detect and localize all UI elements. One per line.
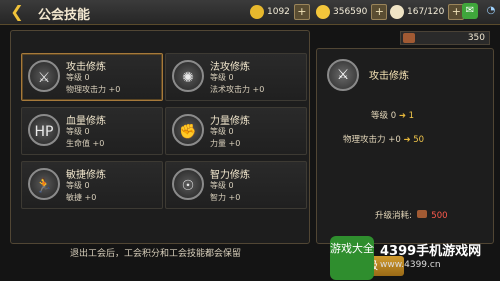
coins-resource: 356590 + (316, 4, 388, 20)
candle-icon: ☉ (172, 168, 204, 200)
skill-name: 力量修炼 (210, 116, 250, 127)
attr-label: 物理攻击力 +0 (343, 135, 401, 145)
skill-level: 等级 0 (66, 127, 90, 136)
skill-card-strength[interactable]: ✊ 力量修炼 等级 0 力量 +0 (165, 107, 307, 155)
points-icon (416, 210, 427, 218)
skill-level: 等级 0 (210, 73, 234, 82)
gold-coin-resource: 1092 + (250, 4, 310, 20)
skill-card-attack[interactable]: ⚔ 攻击修炼 等级 0 物理攻击力 +0 (21, 53, 163, 101)
skill-card-intelligence[interactable]: ☉ 智力修炼 等级 0 智力 +0 (165, 161, 307, 209)
skill-attr: 生命值 +0 (66, 139, 105, 148)
skill-card-agility[interactable]: 🏃 敏捷修炼 等级 0 敏捷 +0 (21, 161, 163, 209)
level-next: 1 (408, 111, 415, 121)
detail-title: 攻击修炼 (369, 71, 409, 82)
runner-icon: 🏃 (28, 168, 60, 200)
skill-detail-panel: ⚔ 攻击修炼 等级 0 ➜ 1 物理攻击力 +0 ➜ 50 升级消耗: 500 (316, 48, 494, 244)
page-title: 公会技能 (38, 8, 91, 23)
skill-card-magic-attack[interactable]: ✺ 法攻修炼 等级 0 法术攻击力 +0 (165, 53, 307, 101)
skill-attr: 法术攻击力 +0 (210, 85, 265, 94)
arrow-right-icon: ➜ (403, 135, 414, 145)
guild-points-value: 350 (467, 33, 485, 43)
attr-next: 50 (413, 135, 425, 145)
chat-icon[interactable]: ✉ (462, 3, 478, 19)
coins-plus-button[interactable]: + (371, 4, 388, 20)
gold-coin-icon (250, 5, 264, 19)
skill-level: 等级 0 (210, 181, 234, 190)
skill-name: 法攻修炼 (210, 62, 250, 73)
top-bar: ❮ 公会技能 1092 + 356590 + 167/120 + ✉ ◔ (0, 0, 500, 25)
skill-name: 智力修炼 (210, 170, 250, 181)
skill-level: 等级 0 (210, 127, 234, 136)
skill-name: 攻击修炼 (66, 62, 106, 73)
wing-icon (390, 5, 404, 19)
level-row: 等级 0 ➜ 1 (371, 109, 414, 121)
cost-label: 升级消耗: (375, 211, 412, 221)
upgrade-cost: 升级消耗: 500 (375, 209, 448, 221)
skill-attr: 敏捷 +0 (66, 193, 97, 202)
coins-icon (316, 5, 330, 19)
wing-value: 167/120 (407, 7, 445, 17)
skill-level: 等级 0 (66, 73, 90, 82)
skill-level: 等级 0 (66, 181, 90, 190)
cost-value: 500 (431, 211, 448, 221)
trident-icon: ⚔ (327, 59, 359, 91)
skill-name: 血量修炼 (66, 116, 106, 127)
hp-icon: HP (28, 114, 60, 146)
skill-attr: 物理攻击力 +0 (66, 85, 121, 94)
attr-row: 物理攻击力 +0 ➜ 50 (343, 133, 424, 145)
guild-points: 350 (400, 31, 490, 45)
skill-attr: 智力 +0 (210, 193, 241, 202)
skill-attr: 力量 +0 (210, 139, 241, 148)
wing-resource: 167/120 + (390, 4, 465, 20)
gold-coin-plus-button[interactable]: + (293, 4, 310, 20)
coins-value: 356590 (333, 7, 368, 17)
skill-card-hp[interactable]: HP 血量修炼 等级 0 生命值 +0 (21, 107, 163, 155)
wifi-icon: ◔ (486, 5, 496, 16)
back-icon[interactable]: ❮ (4, 2, 30, 22)
watermark: 游戏大全 4399手机游戏网 www.4399.cn (330, 236, 500, 281)
gold-coin-value: 1092 (267, 7, 290, 17)
watermark-line2: www.4399.cn (380, 260, 441, 270)
watermark-line1: 4399手机游戏网 (380, 244, 482, 259)
arrow-right-icon: ➜ (398, 111, 409, 121)
swirl-icon: ✺ (172, 60, 204, 92)
level-label: 等级 0 (371, 111, 397, 121)
points-icon (403, 33, 415, 43)
fist-icon: ✊ (172, 114, 204, 146)
trident-icon: ⚔ (28, 60, 60, 92)
guild-exit-note: 退出工会后，工会积分和工会技能都会保留 (70, 249, 242, 259)
watermark-logo: 游戏大全 (330, 236, 374, 280)
skill-name: 敏捷修炼 (66, 170, 106, 181)
skills-panel: ⚔ 攻击修炼 等级 0 物理攻击力 +0 ✺ 法攻修炼 等级 0 法术攻击力 +… (10, 30, 310, 244)
